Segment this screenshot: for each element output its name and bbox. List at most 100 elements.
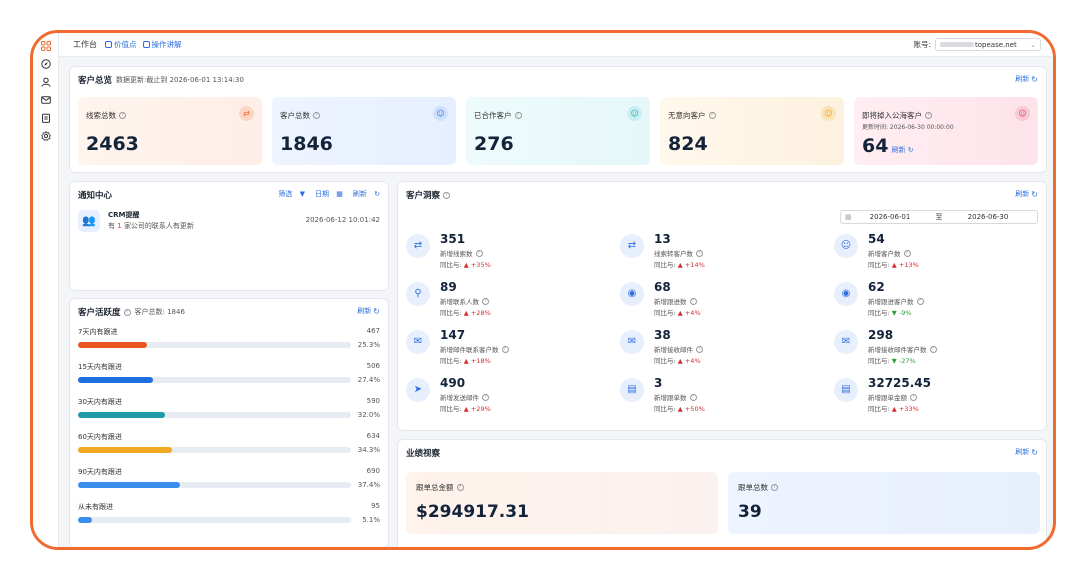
- progress-fill: [78, 447, 172, 453]
- notice-refresh-button[interactable]: 刷新 ↻: [348, 189, 380, 199]
- help-icon: ?: [696, 249, 703, 257]
- insight-metric[interactable]: ➤ 490 新增发送邮件? 同比与: ▲ +29%: [406, 376, 606, 420]
- help-icon: ?: [123, 308, 131, 316]
- arrow-up-icon: ▲: [677, 405, 683, 413]
- arrow-up-icon: ▲: [463, 261, 469, 269]
- progress-track: [78, 377, 351, 383]
- activity-row: 从未有跟进 95 5.1%: [78, 502, 380, 532]
- stat-card-customers[interactable]: 客户总数? ☺ 1846: [272, 97, 456, 165]
- date-button[interactable]: 日期 ▦: [310, 189, 343, 199]
- refresh-icon: ↻: [373, 306, 380, 316]
- clipboard-icon[interactable]: [41, 113, 51, 123]
- insight-metric[interactable]: ✉ 147 新增邮件联系客户数? 同比与: ▲ +18%: [406, 328, 606, 372]
- chevron-down-icon: ⌄: [1030, 40, 1036, 49]
- activity-refresh-button[interactable]: 刷新 ↻: [357, 306, 380, 316]
- arrow-up-icon: ▲: [677, 357, 683, 365]
- start-date[interactable]: 2026-06-01: [859, 213, 921, 221]
- account-select[interactable]: topease.net ⌄: [935, 38, 1041, 51]
- activity-label: 30天内有跟进: [78, 398, 122, 406]
- total-order-amount[interactable]: 跟单总金额? $294917.31: [406, 472, 718, 534]
- mail-icon: ✉: [620, 330, 644, 354]
- progress-fill: [78, 517, 92, 523]
- user-icon: ☺: [821, 106, 836, 121]
- stat-card-partners[interactable]: 已合作客户? ☺ 276: [466, 97, 650, 165]
- help-icon: ?: [514, 112, 522, 119]
- help-icon: ?: [119, 112, 126, 119]
- insight-metric[interactable]: ✉ 38 新增接收邮件? 同比与: ▲ +4%: [620, 328, 820, 372]
- help-icon: ?: [696, 345, 703, 353]
- insight-metric[interactable]: ◉ 62 新增跟进客户数? 同比与: ▼ -9%: [834, 280, 1034, 324]
- activity-total: 客户总数: 1846: [134, 308, 185, 316]
- arrow-down-icon: ▼: [891, 309, 897, 317]
- calendar-icon: ▦: [845, 213, 852, 221]
- end-date[interactable]: 2026-06-30: [957, 213, 1019, 221]
- performance-refresh-button[interactable]: 刷新 ↻: [1015, 447, 1038, 457]
- activity-percent: 5.1%: [362, 516, 380, 524]
- activity-count: 95: [371, 502, 380, 510]
- activity-label: 15天内有跟进: [78, 363, 122, 371]
- insight-metric[interactable]: ⇄ 13 线索转客户数? 同比与: ▲ +14%: [620, 232, 820, 276]
- insight-metric[interactable]: ▤ 32725.45 新增跟单金额? 同比与: ▲ +33%: [834, 376, 1034, 420]
- refresh-icon: ↻: [1031, 74, 1038, 84]
- compass-icon[interactable]: [40, 59, 51, 69]
- refresh-icon: ↻: [1031, 447, 1038, 457]
- date-range-picker[interactable]: ▦ 2026-06-01 至 2026-06-30: [840, 210, 1038, 224]
- arrow-up-icon: ▲: [463, 309, 469, 317]
- activity-title: 客户活跃度: [78, 308, 121, 318]
- activity-count: 690: [366, 467, 380, 475]
- user-icon: ☺: [433, 106, 448, 121]
- insight-refresh-button[interactable]: 刷新 ↻: [1015, 189, 1038, 199]
- insight-metric[interactable]: ⇄ 351 新增线索数? 同比与: ▲ +35%: [406, 232, 606, 276]
- progress-fill: [78, 482, 181, 488]
- progress-fill: [78, 377, 153, 383]
- notice-item[interactable]: 👥 CRM提醒 有 1 家公司的联系人有更新 2026-06-12 10:01:…: [78, 208, 380, 234]
- activity-label: 从未有跟进: [78, 503, 113, 511]
- clipboard-icon: ▤: [620, 378, 644, 402]
- notice-title: 通知中心: [78, 191, 113, 201]
- insight-metric[interactable]: ▤ 3 新增跟单数? 同比与: ▲ +50%: [620, 376, 820, 420]
- gear-icon[interactable]: [40, 131, 51, 141]
- insight-metric[interactable]: ⚲ 89 新增联系人数? 同比与: ▲ +28%: [406, 280, 606, 324]
- value-points-link[interactable]: 价值点: [105, 39, 137, 50]
- breadcrumb-workbench[interactable]: 工作台: [73, 39, 97, 50]
- insight-metric[interactable]: ◉ 68 新增跟进数? 同比与: ▲ +4%: [620, 280, 820, 324]
- clipboard-icon: ▤: [834, 378, 858, 402]
- activity-row: 7天内有跟进 467 25.3%: [78, 327, 380, 357]
- dashboard-icon[interactable]: [40, 41, 51, 51]
- activity-label: 90天内有跟进: [78, 468, 122, 476]
- customer-activity-card: 客户活跃度? 客户总数: 1846 刷新 ↻ 7天内有跟进 467 25.3% 15天内有…: [69, 298, 389, 547]
- help-icon: ?: [910, 393, 917, 401]
- help-icon: ?: [689, 297, 697, 305]
- public-pool-refresh-button[interactable]: 刷新 ↻: [891, 146, 913, 154]
- help-icon: ?: [771, 484, 778, 491]
- stat-card-leads[interactable]: 线索总数? ⇄ 2463: [78, 97, 262, 165]
- arrow-up-icon: ▲: [463, 357, 469, 365]
- mail-icon[interactable]: [40, 95, 51, 105]
- filter-button[interactable]: 筛选 ▼: [273, 189, 305, 199]
- help-icon: ?: [916, 297, 924, 305]
- refresh-icon: ↻: [374, 190, 380, 198]
- help-icon: ?: [482, 297, 489, 305]
- progress-track: [78, 482, 351, 488]
- filter-icon: ▼: [299, 190, 306, 198]
- progress-track: [78, 517, 351, 523]
- info-icon: [105, 41, 112, 48]
- stat-card-no-intent[interactable]: 无意向客户? ☺ 824: [660, 97, 844, 165]
- insight-metric[interactable]: ☺ 54 新增客户数? 同比与: ▲ +13%: [834, 232, 1034, 276]
- tutorial-link[interactable]: 操作讲解: [142, 39, 182, 50]
- progress-track: [78, 447, 351, 453]
- masked-account-text: [940, 42, 974, 47]
- overview-refresh-button[interactable]: 刷新 ↻: [1015, 74, 1038, 84]
- arrow-up-icon: ▲: [677, 261, 683, 269]
- total-order-count[interactable]: 跟单总数? 39: [728, 472, 1040, 534]
- customer-overview-card: 客户总览 数据更新:截止到 2026-06-01 13:14:30 刷新 ↻ 线索总…: [69, 66, 1047, 173]
- user-icon[interactable]: [41, 77, 51, 87]
- help-icon: ?: [475, 249, 483, 257]
- activity-row: 60天内有跟进 634 34.3%: [78, 432, 380, 462]
- insight-metric[interactable]: ✉ 298 新增接收邮件客户数? 同比与: ▼ -27%: [834, 328, 1034, 372]
- arrow-down-icon: ▼: [891, 357, 897, 365]
- activity-row: 30天内有跟进 590 32.0%: [78, 397, 380, 427]
- help-icon: ?: [501, 345, 509, 353]
- arrow-up-icon: ▲: [463, 405, 469, 413]
- stat-card-public-pool[interactable]: 即将掉入公海客户? 更新时间: 2026-06-30 00:00:00 ☺ 64…: [854, 97, 1038, 165]
